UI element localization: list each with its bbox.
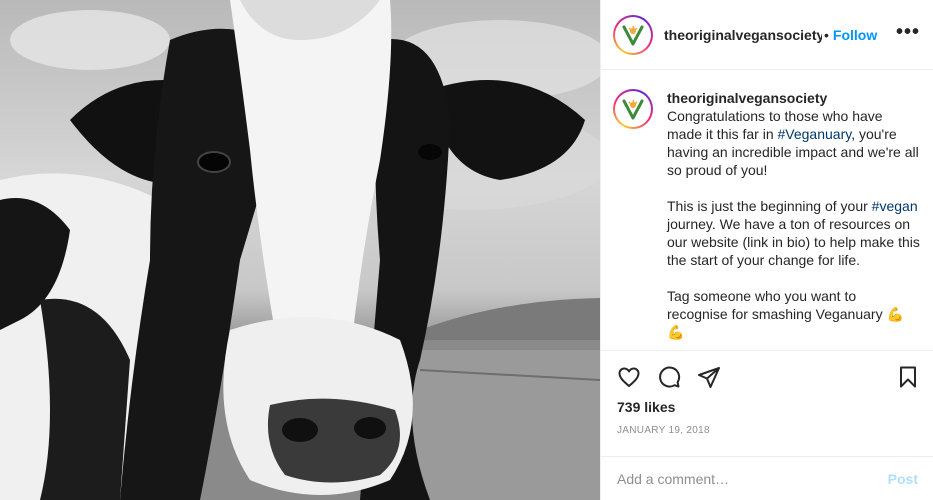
profile-avatar[interactable] [613, 14, 653, 55]
bookmark-icon[interactable] [896, 365, 920, 389]
cow-photo-illustration [0, 0, 600, 500]
caption-avatar[interactable] [613, 89, 653, 129]
hashtag-vegan-link[interactable]: #vegan [872, 198, 918, 214]
likes-count[interactable]: 739 likes [617, 399, 675, 415]
vegan-logo-icon [622, 25, 644, 45]
caption-text-segment: journey. We have a ton of resources on o… [667, 216, 920, 268]
vegan-logo-icon [622, 99, 644, 120]
heart-icon[interactable] [617, 365, 641, 389]
post-caption: theoriginalvegansociety Congratulations … [601, 71, 933, 349]
post-photo[interactable] [0, 0, 600, 500]
header-separator: • [824, 26, 829, 43]
hashtag-veganuary-link[interactable]: #Veganuary [778, 126, 852, 142]
comment-input[interactable] [617, 471, 888, 487]
header-username-link[interactable]: theoriginalvegansociety [664, 27, 822, 43]
paper-plane-icon[interactable] [697, 365, 721, 389]
caption-text-segment: This is just the beginning of your [667, 198, 872, 214]
post-actions: 739 likes JANUARY 19, 2018 Post [601, 350, 933, 500]
caption-paragraph: Congratulations to those who have made i… [667, 107, 920, 179]
comment-bubble-icon[interactable] [657, 365, 681, 389]
caption-text: theoriginalvegansociety Congratulations … [667, 89, 920, 349]
caption-paragraph: Tag someone who you want to recognise fo… [667, 288, 904, 340]
more-dots-icon[interactable]: ••• [896, 22, 920, 42]
post-date[interactable]: JANUARY 19, 2018 [617, 425, 710, 436]
post-header: theoriginalvegansociety • Follow ••• [601, 0, 933, 70]
post-sidebar: theoriginalvegansociety • Follow ••• the… [600, 0, 933, 500]
follow-button[interactable]: Follow [833, 27, 877, 43]
comment-box: Post [601, 456, 933, 500]
post-comment-button[interactable]: Post [888, 471, 918, 487]
caption-paragraph: This is just the beginning of your #vega… [667, 197, 920, 269]
caption-username-link[interactable]: theoriginalvegansociety [667, 89, 920, 107]
